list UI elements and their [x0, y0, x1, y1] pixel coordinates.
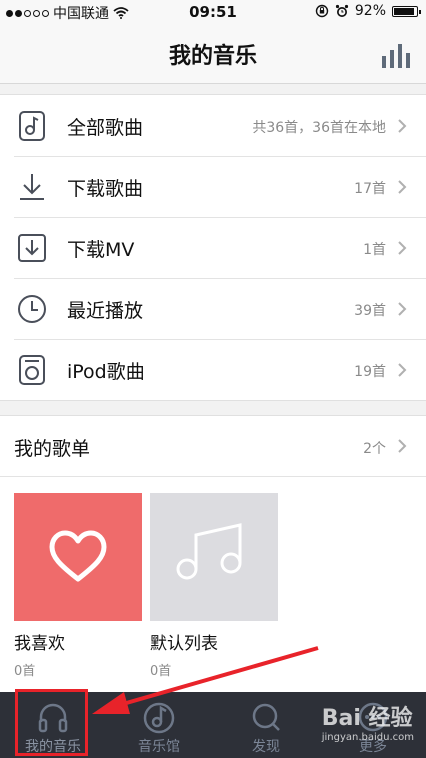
library-list: 全部歌曲 共36首，36首在本地 下载歌曲 17首 下载MV 1首 最近播放 3…	[0, 94, 426, 401]
library-row-count: 共36首，36首在本地	[252, 120, 386, 136]
chevron-right-icon	[398, 439, 407, 453]
playlist-card-default[interactable]: 默认列表 0首	[150, 493, 278, 679]
library-row-label: 最近播放	[67, 300, 144, 322]
playlists-section: 我的歌单 2个 我喜欢 0首 默认列表 0首	[0, 415, 426, 693]
music-note-icon	[176, 523, 242, 580]
download-mv-icon	[18, 234, 46, 262]
playlist-name: 我喜欢	[14, 634, 65, 654]
tab-more[interactable]: 更多	[320, 692, 426, 758]
playlists-count: 2个	[363, 441, 386, 457]
tab-my-music[interactable]: 我的音乐	[0, 692, 106, 758]
playlist-count: 0首	[150, 664, 172, 679]
tab-label: 更多	[359, 739, 387, 755]
nav-bar: 我的音乐	[0, 24, 426, 84]
heart-icon	[49, 530, 107, 582]
chevron-right-icon	[398, 180, 407, 194]
equalizer-icon[interactable]	[380, 44, 414, 68]
tab-discover[interactable]: 发现	[213, 692, 319, 758]
music-file-icon	[19, 111, 45, 141]
battery-icon	[392, 5, 421, 17]
tab-label: 发现	[252, 739, 280, 755]
playlist-name: 默认列表	[150, 634, 218, 654]
library-row-count: 19首	[354, 364, 386, 380]
library-row-downloaded-mv[interactable]: 下载MV 1首	[0, 217, 426, 278]
more-icon	[358, 702, 388, 732]
chevron-right-icon	[398, 119, 407, 133]
status-right: 92%	[315, 3, 421, 19]
battery-percent: 92%	[354, 3, 386, 19]
playlist-count: 0首	[14, 664, 36, 679]
clock-icon	[18, 295, 46, 323]
library-row-all-songs[interactable]: 全部歌曲 共36首，36首在本地	[0, 95, 426, 156]
library-row-label: 下载MV	[67, 239, 135, 261]
library-row-ipod-songs[interactable]: iPod歌曲 19首	[0, 339, 426, 400]
download-icon	[20, 174, 44, 200]
tab-music-hall[interactable]: 音乐馆	[106, 692, 212, 758]
library-row-label: 下载歌曲	[67, 178, 144, 200]
alarm-icon	[335, 4, 348, 17]
tab-label: 我的音乐	[25, 739, 81, 755]
chevron-right-icon	[398, 241, 407, 255]
library-row-count: 1首	[363, 242, 386, 258]
status-bar: 中国联通 09:51 92%	[0, 0, 426, 24]
rotation-lock-icon	[315, 4, 329, 18]
chevron-right-icon	[398, 363, 407, 377]
page-title: 我的音乐	[168, 44, 257, 69]
library-row-label: 全部歌曲	[67, 117, 144, 139]
library-row-count: 39首	[354, 303, 386, 319]
playlists-title: 我的歌单	[14, 438, 91, 460]
headphones-icon	[38, 703, 68, 733]
library-row-label: iPod歌曲	[67, 361, 145, 383]
playlist-card-favorites[interactable]: 我喜欢 0首	[14, 493, 142, 679]
ipod-icon	[19, 355, 45, 385]
search-icon	[252, 703, 280, 731]
chevron-right-icon	[398, 302, 407, 316]
playlist-cover	[14, 493, 142, 621]
playlist-cover	[150, 493, 278, 621]
music-hall-icon	[143, 702, 175, 734]
tab-label: 音乐馆	[138, 739, 180, 755]
playlists-header[interactable]: 我的歌单 2个	[0, 416, 426, 477]
library-row-downloaded-songs[interactable]: 下载歌曲 17首	[0, 156, 426, 217]
library-row-recently-played[interactable]: 最近播放 39首	[0, 278, 426, 339]
library-row-count: 17首	[354, 181, 386, 197]
tab-bar: 我的音乐 音乐馆 发现 更多	[0, 692, 426, 758]
